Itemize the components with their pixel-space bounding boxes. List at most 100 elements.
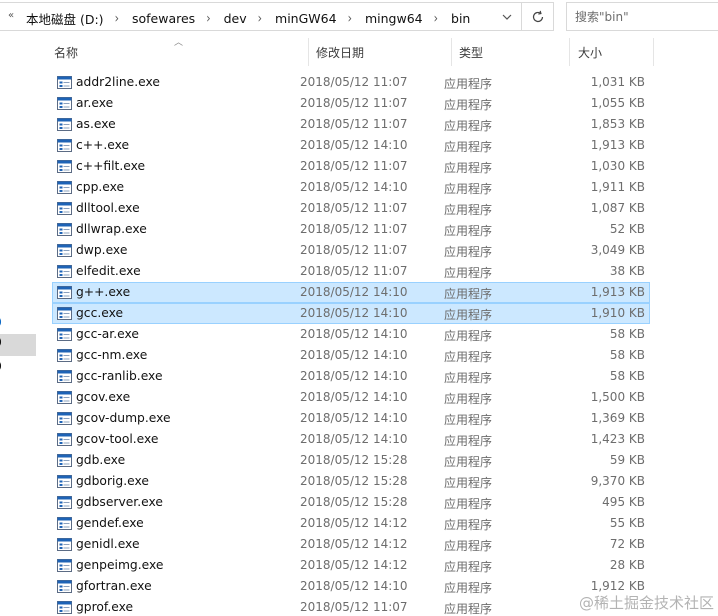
file-row[interactable]: dllwrap.exe 2018/05/12 11:07 应用程序 52 KB bbox=[52, 219, 650, 240]
file-name: gprof.exe bbox=[76, 600, 134, 614]
exe-file-icon bbox=[57, 97, 72, 110]
file-size: 28 KB bbox=[609, 558, 645, 572]
file-row[interactable]: dlltool.exe 2018/05/12 11:07 应用程序 1,087 KB bbox=[52, 198, 650, 219]
file-type: 应用程序 bbox=[444, 413, 493, 427]
breadcrumb-separator-icon[interactable]: › bbox=[258, 10, 262, 26]
column-header-type[interactable]: 类型 bbox=[452, 36, 570, 68]
file-row[interactable]: genpeimg.exe 2018/05/12 14:12 应用程序 28 KB bbox=[52, 555, 650, 576]
file-row[interactable]: genidl.exe 2018/05/12 14:12 应用程序 72 KB bbox=[52, 534, 650, 555]
file-row[interactable]: gprof.exe 2018/05/12 11:07 应用程序 bbox=[52, 597, 650, 616]
file-row[interactable]: gcc-ranlib.exe 2018/05/12 14:10 应用程序 58 KB bbox=[52, 366, 650, 387]
file-name: cpp.exe bbox=[76, 180, 125, 194]
file-row[interactable]: gcc-ar.exe 2018/05/12 14:10 应用程序 58 KB bbox=[52, 324, 650, 345]
file-name: gendef.exe bbox=[76, 516, 144, 530]
navigation-pane[interactable]: ) ) ) bbox=[0, 34, 36, 616]
address-bar[interactable]: « 本地磁盘 (D:) › sofewares › dev › minGW64 › mingw6… bbox=[0, 2, 522, 31]
file-name: g++.exe bbox=[76, 285, 131, 299]
file-size: 38 KB bbox=[609, 264, 645, 278]
breadcrumb-item[interactable]: dev bbox=[224, 11, 247, 26]
exe-file-icon bbox=[57, 496, 72, 509]
file-list[interactable]: addr2line.exe 2018/05/12 11:07 应用程序 1,031 K… bbox=[36, 72, 718, 616]
file-row[interactable]: gfortran.exe 2018/05/12 14:10 应用程序 1,912 KB bbox=[52, 576, 650, 597]
file-size: 1,912 KB bbox=[590, 579, 645, 593]
file-name: dwp.exe bbox=[76, 243, 128, 257]
exe-file-icon bbox=[57, 181, 72, 194]
file-modified-date: 2018/05/12 14:10 bbox=[300, 579, 408, 593]
file-size: 1,913 KB bbox=[590, 285, 645, 299]
file-size: 3,049 KB bbox=[590, 243, 645, 257]
nav-item-partial[interactable]: ) bbox=[0, 314, 36, 334]
exe-file-icon bbox=[57, 538, 72, 551]
file-type: 应用程序 bbox=[444, 266, 493, 280]
sort-ascending-icon: ︿ bbox=[174, 38, 184, 48]
file-row[interactable]: gcov-tool.exe 2018/05/12 14:10 应用程序 1,423 K… bbox=[52, 429, 650, 450]
file-type: 应用程序 bbox=[444, 518, 493, 532]
file-row[interactable]: addr2line.exe 2018/05/12 11:07 应用程序 1,031 K… bbox=[52, 72, 650, 93]
file-row[interactable]: dwp.exe 2018/05/12 11:07 应用程序 3,049 KB bbox=[52, 240, 650, 261]
refresh-button[interactable] bbox=[522, 2, 554, 31]
chevron-down-icon[interactable] bbox=[500, 10, 514, 24]
column-header-name[interactable]: ︿ 名称 bbox=[36, 36, 309, 68]
file-modified-date: 2018/05/12 14:10 bbox=[300, 285, 408, 299]
file-row[interactable]: gcc-nm.exe 2018/05/12 14:10 应用程序 58 KB bbox=[52, 345, 650, 366]
exe-file-icon bbox=[57, 118, 72, 131]
file-modified-date: 2018/05/12 14:10 bbox=[300, 369, 408, 383]
file-row[interactable]: c++filt.exe 2018/05/12 11:07 应用程序 1,030 KB bbox=[52, 156, 650, 177]
column-header-date[interactable]: 修改日期 bbox=[309, 36, 452, 68]
column-divider[interactable] bbox=[653, 38, 654, 66]
breadcrumb-item[interactable]: minGW64 bbox=[275, 11, 337, 26]
file-row[interactable]: as.exe 2018/05/12 11:07 应用程序 1,853 KB bbox=[52, 114, 650, 135]
breadcrumb-item[interactable]: 本地磁盘 (D:) bbox=[26, 9, 104, 28]
file-row[interactable]: gdbserver.exe 2018/05/12 15:28 应用程序 495 KB bbox=[52, 492, 650, 513]
file-row-selected[interactable]: gcc.exe 2018/05/12 14:10 应用程序 1,910 KB bbox=[52, 303, 650, 324]
file-row[interactable]: ar.exe 2018/05/12 11:07 应用程序 1,055 KB bbox=[52, 93, 650, 114]
file-modified-date: 2018/05/12 14:10 bbox=[300, 327, 408, 341]
breadcrumb-item[interactable]: sofewares bbox=[132, 11, 195, 26]
file-size: 1,500 KB bbox=[590, 390, 645, 404]
file-name: c++filt.exe bbox=[76, 159, 146, 173]
breadcrumb-item[interactable]: mingw64 bbox=[365, 11, 423, 26]
file-modified-date: 2018/05/12 11:07 bbox=[300, 222, 408, 236]
column-header-type-label: 类型 bbox=[459, 46, 484, 60]
exe-file-icon bbox=[57, 349, 72, 362]
column-header-size[interactable]: 大小 bbox=[570, 36, 654, 68]
breadcrumb-separator-icon[interactable]: › bbox=[206, 10, 210, 26]
address-overflow-icon[interactable]: « bbox=[8, 10, 14, 21]
column-headers: ︿ 名称 修改日期 类型 大小 bbox=[36, 36, 718, 68]
file-modified-date: 2018/05/12 11:07 bbox=[300, 96, 408, 110]
breadcrumb-separator-icon[interactable]: › bbox=[434, 10, 438, 26]
file-size: 1,087 KB bbox=[590, 201, 645, 215]
file-name: dllwrap.exe bbox=[76, 222, 147, 236]
file-type: 应用程序 bbox=[444, 602, 493, 616]
file-row[interactable]: gcov-dump.exe 2018/05/12 14:10 应用程序 1,369 K… bbox=[52, 408, 650, 429]
file-size: 59 KB bbox=[609, 453, 645, 467]
search-box[interactable] bbox=[566, 2, 718, 31]
file-row[interactable]: cpp.exe 2018/05/12 14:10 应用程序 1,911 KB bbox=[52, 177, 650, 198]
file-row[interactable]: gdb.exe 2018/05/12 15:28 应用程序 59 KB bbox=[52, 450, 650, 471]
file-name: gcc-ranlib.exe bbox=[76, 369, 163, 383]
file-row[interactable]: c++.exe 2018/05/12 14:10 应用程序 1,913 KB bbox=[52, 135, 650, 156]
file-row-selected[interactable]: g++.exe 2018/05/12 14:10 应用程序 1,913 KB bbox=[52, 282, 650, 303]
file-name: genidl.exe bbox=[76, 537, 140, 551]
nav-item-selected-partial[interactable]: ) bbox=[0, 334, 36, 356]
file-modified-date: 2018/05/12 11:07 bbox=[300, 264, 408, 278]
file-row[interactable]: elfedit.exe 2018/05/12 11:07 应用程序 38 KB bbox=[52, 261, 650, 282]
file-size: 58 KB bbox=[609, 369, 645, 383]
file-modified-date: 2018/05/12 11:07 bbox=[300, 159, 408, 173]
file-row[interactable]: gendef.exe 2018/05/12 14:12 应用程序 55 KB bbox=[52, 513, 650, 534]
breadcrumb-separator-icon[interactable]: › bbox=[115, 10, 119, 26]
file-type: 应用程序 bbox=[444, 182, 493, 196]
file-row[interactable]: gcov.exe 2018/05/12 14:10 应用程序 1,500 KB bbox=[52, 387, 650, 408]
nav-item-partial[interactable]: ) bbox=[0, 358, 36, 378]
exe-file-icon bbox=[57, 76, 72, 89]
file-row[interactable]: gdborig.exe 2018/05/12 15:28 应用程序 9,370 KB bbox=[52, 471, 650, 492]
breadcrumb-separator-icon[interactable]: › bbox=[348, 10, 352, 26]
file-modified-date: 2018/05/12 14:10 bbox=[300, 306, 408, 320]
exe-file-icon bbox=[57, 160, 72, 173]
file-modified-date: 2018/05/12 11:07 bbox=[300, 201, 408, 215]
exe-file-icon bbox=[57, 517, 72, 530]
file-explorer-window: « 本地磁盘 (D:) › sofewares › dev › minGW64 › mingw6… bbox=[0, 0, 718, 616]
search-input[interactable] bbox=[575, 8, 710, 26]
breadcrumb-item[interactable]: bin bbox=[451, 11, 470, 26]
file-size: 1,030 KB bbox=[590, 159, 645, 173]
